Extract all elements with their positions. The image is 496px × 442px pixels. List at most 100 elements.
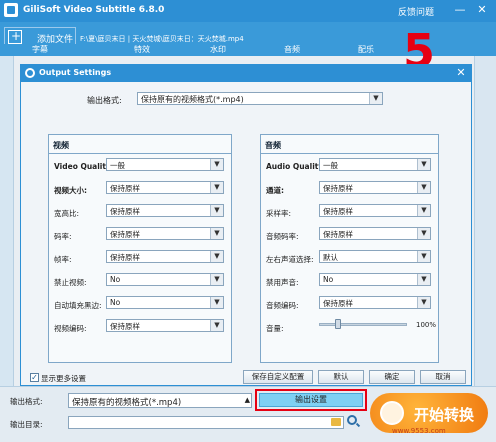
auto-letterbox-label: 自动填充黑边: <box>54 301 102 310</box>
tab-music[interactable]: 配乐 <box>344 44 374 56</box>
output-format-select[interactable]: 保持原有的视频格式(*.mp4) ▲ <box>68 393 252 408</box>
auto-letterbox-select[interactable]: No ▼ <box>106 296 224 309</box>
audio-bitrate-label: 音频码率: <box>266 232 299 241</box>
export-settings-highlight: 输出设置 <box>255 389 367 411</box>
tab-effects[interactable]: 特效 <box>120 44 150 56</box>
triangle-up-icon: ▲ <box>244 396 250 404</box>
show-more-label: 显示更多设置 <box>41 374 86 383</box>
video-size-value: 保持原样 <box>110 184 140 193</box>
video-group-title: 视频 <box>53 141 69 150</box>
output-settings-dialog: Output Settings ✕ 输出格式: 保持原有的视频格式(*.mp4)… <box>20 64 472 386</box>
chevron-down-icon: ▼ <box>417 159 430 170</box>
volume-label: 音量: <box>266 324 284 333</box>
output-dir-input[interactable] <box>68 416 344 429</box>
video-quality-select[interactable]: 一般 ▼ <box>106 158 224 171</box>
sample-rate-value: 保持原样 <box>323 207 353 216</box>
video-codec-value: 保持原样 <box>110 322 140 331</box>
audio-quality-value: 一般 <box>323 161 338 170</box>
audio-codec-label: 音频编码: <box>266 301 299 310</box>
chevron-down-icon: ▼ <box>417 228 430 239</box>
tab-subtitle[interactable]: 字幕 <box>18 44 48 56</box>
video-size-select[interactable]: 保持原样 ▼ <box>106 181 224 194</box>
default-button[interactable]: 默认 <box>318 370 364 384</box>
video-bitrate-value: 保持原样 <box>110 230 140 239</box>
video-size-label: 视频大小: <box>54 186 87 195</box>
disable-audio-select[interactable]: No ▼ <box>319 273 431 286</box>
video-codec-label: 视频编码: <box>54 324 87 333</box>
volume-slider-thumb[interactable] <box>335 319 341 329</box>
chevron-down-icon: ▼ <box>210 274 223 285</box>
auto-letterbox-value: No <box>110 298 121 307</box>
frame-rate-value: 保持原样 <box>110 253 140 262</box>
cancel-button[interactable]: 取消 <box>420 370 466 384</box>
output-bar: 输出格式: 保持原有的视频格式(*.mp4) ▲ 输出设置 输出目录: 开始转换… <box>0 386 496 442</box>
app-logo-icon <box>4 3 18 17</box>
chevron-down-icon: ▼ <box>369 93 382 104</box>
aspect-ratio-select[interactable]: 保持原样 ▼ <box>106 204 224 217</box>
ok-button[interactable]: 确定 <box>369 370 415 384</box>
show-more-checkbox[interactable]: ✓ <box>30 373 39 382</box>
video-bitrate-select[interactable]: 保持原样 ▼ <box>106 227 224 240</box>
convert-icon <box>380 401 404 425</box>
video-quality-value: 一般 <box>110 161 125 170</box>
frame-rate-label: 帧率: <box>54 255 72 264</box>
chevron-down-icon: ▼ <box>417 205 430 216</box>
audio-codec-select[interactable]: 保持原样 ▼ <box>319 296 431 309</box>
tab-audio[interactable]: 音频 <box>270 44 300 56</box>
video-bitrate-label: 码率: <box>54 232 72 241</box>
channels-label: 通道: <box>266 186 284 195</box>
add-file-icon <box>8 29 22 44</box>
sample-rate-label: 采样率: <box>266 209 292 218</box>
audio-codec-value: 保持原样 <box>323 299 353 308</box>
volume-value: 100% <box>416 321 437 329</box>
format-select[interactable]: 保持原有的视频格式(*.mp4) ▼ <box>137 92 383 105</box>
output-dir-label: 输出目录: <box>10 420 43 429</box>
video-codec-select[interactable]: 保持原样 ▼ <box>106 319 224 332</box>
chevron-down-icon: ▼ <box>210 205 223 216</box>
chevron-down-icon: ▼ <box>417 297 430 308</box>
settings-icon <box>25 68 35 78</box>
aspect-ratio-value: 保持原样 <box>110 207 140 216</box>
volume-slider[interactable] <box>319 323 407 326</box>
dialog-body: 输出格式: 保持原有的视频格式(*.mp4) ▼ 视频 音频 Video Qua… <box>21 82 471 385</box>
disable-video-select[interactable]: No ▼ <box>106 273 224 286</box>
title-bar: GiliSoft Video Subtitle 6.8.0 反馈问题 — ✕ <box>0 0 496 22</box>
divider <box>49 153 231 154</box>
feedback-link[interactable]: 反馈问题 <box>398 5 434 18</box>
dialog-title-bar: Output Settings ✕ <box>21 65 471 82</box>
audio-bitrate-value: 保持原样 <box>323 230 353 239</box>
save-custom-button[interactable]: 保存自定义配置 <box>243 370 313 384</box>
audio-bitrate-select[interactable]: 保持原样 ▼ <box>319 227 431 240</box>
file-path: F:\夏\庭贝末日 | 天火焚城\庭贝末日：天火焚城.mp4 <box>80 35 244 43</box>
chevron-down-icon: ▼ <box>417 251 430 262</box>
divider <box>261 153 438 154</box>
close-button[interactable]: ✕ <box>474 2 490 18</box>
channel-select-value: 默认 <box>323 253 338 262</box>
tab-watermark[interactable]: 水印 <box>196 44 226 56</box>
dialog-close-button[interactable]: ✕ <box>454 66 468 80</box>
chevron-down-icon: ▼ <box>210 297 223 308</box>
chevron-down-icon: ▼ <box>210 182 223 193</box>
frame-rate-select[interactable]: 保持原样 ▼ <box>106 250 224 263</box>
format-value: 保持原有的视频格式(*.mp4) <box>141 95 244 104</box>
disable-audio-value: No <box>323 275 334 284</box>
disable-audio-label: 禁用声音: <box>266 278 299 287</box>
audio-quality-select[interactable]: 一般 ▼ <box>319 158 431 171</box>
export-settings-button[interactable]: 输出设置 <box>259 393 363 407</box>
chevron-down-icon: ▼ <box>210 251 223 262</box>
minimize-button[interactable]: — <box>452 2 468 18</box>
disable-video-label: 禁止视频: <box>54 278 87 287</box>
app-title: GiliSoft Video Subtitle 6.8.0 <box>23 5 165 15</box>
channel-select-select[interactable]: 默认 ▼ <box>319 250 431 263</box>
site-watermark: www.9553.com <box>392 427 446 435</box>
folder-icon[interactable] <box>331 418 341 426</box>
sample-rate-select[interactable]: 保持原样 ▼ <box>319 204 431 217</box>
dialog-title: Output Settings <box>39 68 112 77</box>
channels-select[interactable]: 保持原样 ▼ <box>319 181 431 194</box>
chevron-down-icon: ▼ <box>210 228 223 239</box>
disable-video-value: No <box>110 275 121 284</box>
search-icon[interactable] <box>347 415 357 425</box>
right-panel <box>474 56 496 388</box>
output-format-label: 输出格式: <box>10 397 43 406</box>
chevron-down-icon: ▼ <box>417 182 430 193</box>
